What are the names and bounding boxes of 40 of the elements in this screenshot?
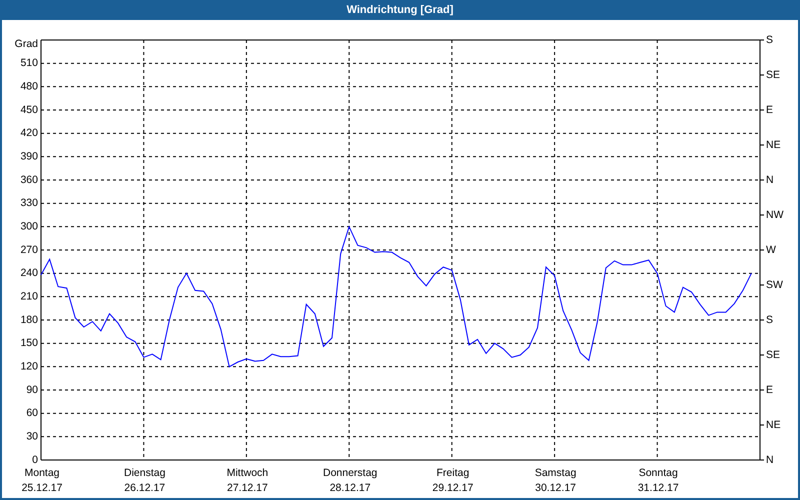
compass-label: SW	[766, 278, 783, 291]
axis-tick-label: 390	[20, 150, 38, 162]
compass-label: E	[766, 384, 774, 396]
axis-title: Grad	[14, 38, 38, 50]
axis-tick-label: 60	[26, 407, 38, 420]
compass-label: E	[766, 104, 774, 116]
compass-label: N	[766, 454, 774, 466]
axis-tick-label: 180	[20, 314, 38, 326]
axis-tick-label: 450	[20, 104, 38, 116]
axis-tick-label: 120	[20, 360, 38, 372]
compass-label: NE	[766, 138, 781, 151]
compass-label: SE	[766, 68, 780, 81]
compass-label: W	[766, 244, 776, 256]
axis-tick-label: 510	[20, 57, 38, 70]
axis-tick-label: 300	[20, 220, 38, 232]
axis-tick-label: 30	[26, 430, 38, 442]
window-title: Windrichtung [Grad]	[346, 4, 454, 16]
compass-label: N	[766, 174, 774, 186]
compass-label: NW	[766, 208, 784, 221]
axis-tick-label: 90	[26, 384, 38, 396]
axis-tick-label: Mittwoch 27.12.17	[226, 467, 268, 494]
axis-tick-label: 330	[20, 197, 38, 210]
axis-tick-label: 0	[32, 454, 38, 466]
axis-tick-label: 480	[20, 80, 38, 92]
axis-tick-label: Samstag 30.12.17	[534, 467, 576, 494]
axis-tick-label: 240	[20, 267, 38, 280]
axis-tick-label: Sonntag 31.12.17	[638, 467, 679, 494]
axis-tick-label: Montag 25.12.17	[22, 467, 62, 494]
axis-tick-label: 210	[20, 290, 38, 302]
axis-tick-label: 150	[20, 337, 38, 350]
compass-label: S	[766, 314, 774, 326]
axis-tick-label: 270	[20, 244, 38, 256]
compass-label: S	[766, 34, 774, 46]
axis-tick-label: Freitag 29.12.17	[432, 467, 474, 494]
axis-tick-label: 360	[20, 174, 38, 186]
axis-tick-label: 420	[20, 127, 38, 140]
axis-tick-label: Donnerstag 28.12.17	[323, 467, 378, 494]
axis-tick-label: Dienstag 26.12.17	[124, 467, 166, 494]
compass-label: NE	[766, 418, 781, 431]
compass-label: SE	[766, 348, 780, 361]
